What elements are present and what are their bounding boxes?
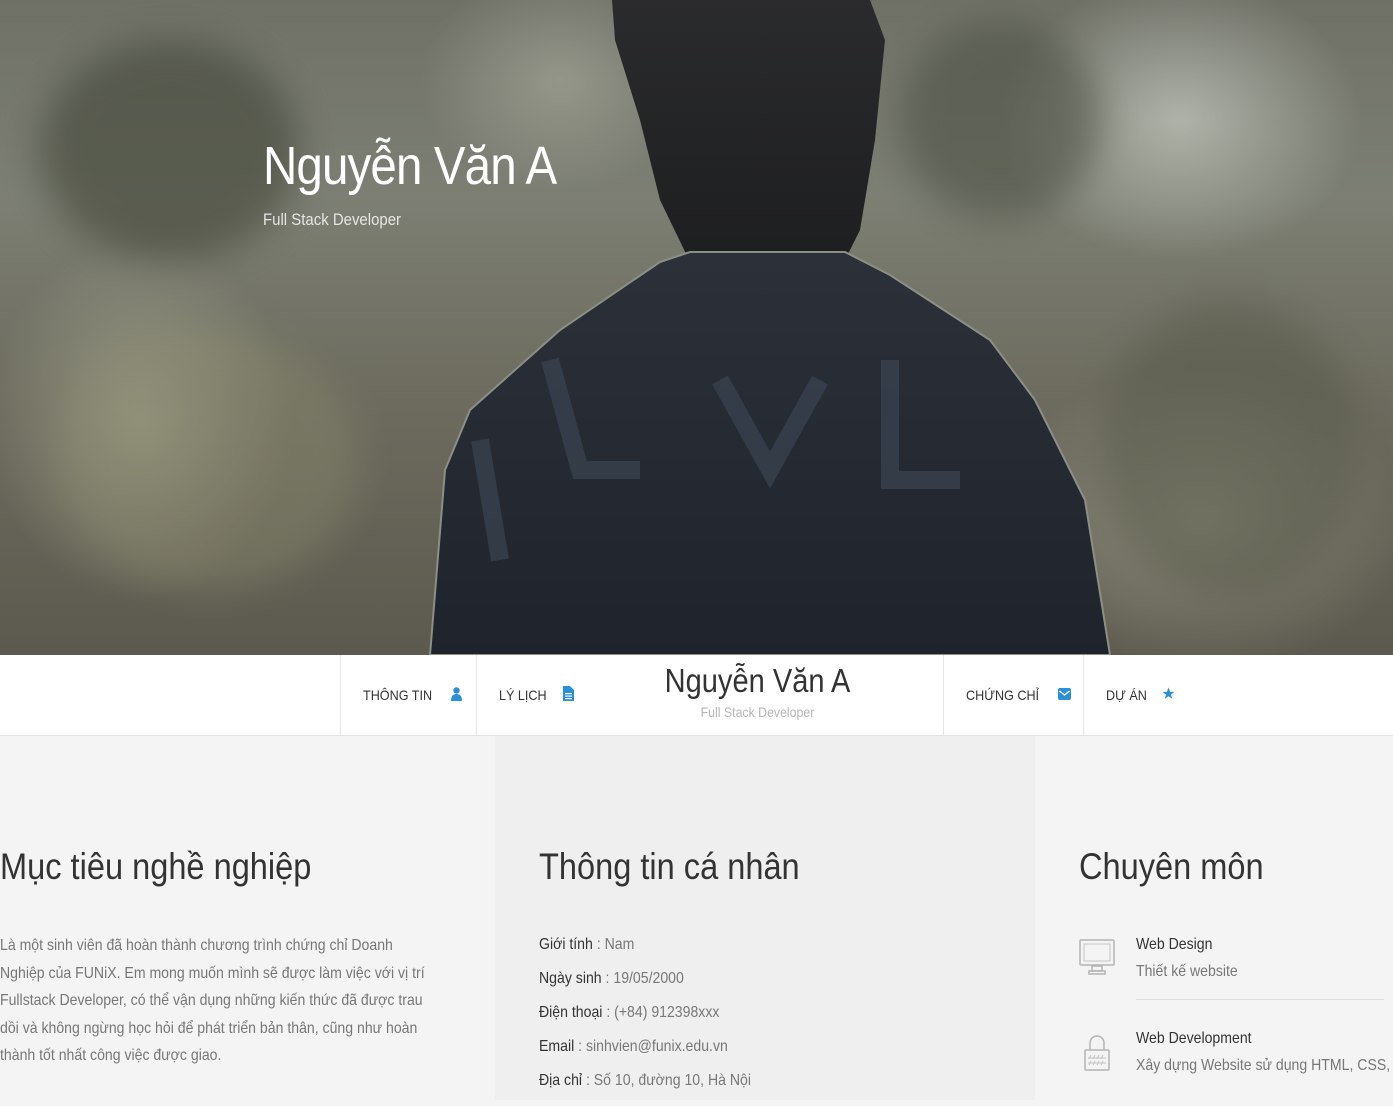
skill-desc: Thiết kế website: [1136, 963, 1238, 980]
hero-banner: Nguyễn Văn A Full Stack Developer: [0, 0, 1393, 655]
personal-info-section: Thông tin cá nhân Giới tính : Nam Ngày s…: [495, 736, 1035, 1100]
info-value: Số 10, đường 10, Hà Nội: [593, 1072, 751, 1089]
info-value: 19/05/2000: [613, 970, 684, 987]
user-icon: [450, 686, 464, 704]
objective-text: Là một sinh viên đã hoàn thành chương tr…: [0, 937, 425, 1064]
monitor-icon: [1079, 936, 1115, 980]
info-value: (+84) 912398xxx: [614, 1004, 720, 1021]
skill-title: Web Design: [1136, 936, 1213, 953]
info-row-phone: Điện thoại : (+84) 912398xxx: [539, 1004, 720, 1021]
nav-brand-name: Nguyễn Văn A: [664, 662, 851, 699]
nav-brand[interactable]: Nguyễn Văn A Full Stack Developer: [605, 655, 910, 735]
nav-item-thong-tin[interactable]: THÔNG TIN: [340, 655, 476, 735]
nav-item-label: CHỨNG CHỈ: [966, 687, 1040, 703]
main-navbar: THÔNG TIN LÝ LỊCH Nguyễn Văn A Full Stac…: [0, 655, 1393, 736]
lock-icon: [1079, 1030, 1115, 1074]
info-key: Email: [539, 1038, 575, 1055]
nav-item-ly-lich[interactable]: LÝ LỊCH: [476, 655, 606, 735]
nav-brand-subtitle: Full Stack Developer: [700, 704, 815, 720]
info-row-gender: Giới tính : Nam: [539, 936, 635, 953]
nav-item-label: DỰ ÁN: [1106, 687, 1147, 703]
info-value: Nam: [604, 936, 635, 953]
info-row-address: Địa chỉ : Số 10, đường 10, Hà Nội: [539, 1072, 751, 1089]
info-key: Địa chỉ: [539, 1072, 583, 1089]
envelope-icon: [1057, 687, 1071, 703]
info-row-email: Email : sinhvien@funix.edu.vn: [539, 1038, 728, 1055]
personal-info-list: Giới tính : Nam Ngày sinh : 19/05/2000 Đ…: [539, 936, 780, 1106]
info-key: Ngày sinh: [539, 970, 602, 987]
skill-desc: Xây dựng Website sử dụng HTML, CSS, JS: [1136, 1057, 1393, 1074]
info-key: Điện thoại: [539, 1004, 603, 1021]
info-row-birthday: Ngày sinh : 19/05/2000: [539, 970, 684, 987]
career-objective-section: Mục tiêu nghề nghiệp Là một sinh viên đã…: [0, 736, 495, 1100]
document-icon: [562, 686, 576, 704]
skill-divider: [1136, 999, 1384, 1000]
skill-title: Web Development: [1136, 1030, 1252, 1047]
nav-item-label: THÔNG TIN: [363, 687, 433, 703]
nav-item-label: LÝ LỊCH: [499, 687, 547, 703]
hero-subtitle: Full Stack Developer: [263, 210, 402, 229]
nav-item-chung-chi[interactable]: CHỨNG CHỈ: [943, 655, 1083, 735]
info-value: sinhvien@funix.edu.vn: [585, 1038, 728, 1055]
info-key: Giới tính: [539, 936, 593, 953]
section-title: Chuyên môn: [1079, 846, 1264, 887]
section-title: Thông tin cá nhân: [539, 846, 800, 887]
hero-person-silhouette: [428, 0, 1112, 655]
hero-title: Nguyễn Văn A: [263, 136, 557, 196]
nav-item-du-an[interactable]: DỰ ÁN: [1083, 655, 1203, 735]
expertise-section: Chuyên môn Web Design Thiết kế website W…: [1035, 736, 1393, 1100]
star-icon: [1161, 687, 1175, 703]
section-title: Mục tiêu nghề nghiệp: [0, 846, 312, 887]
